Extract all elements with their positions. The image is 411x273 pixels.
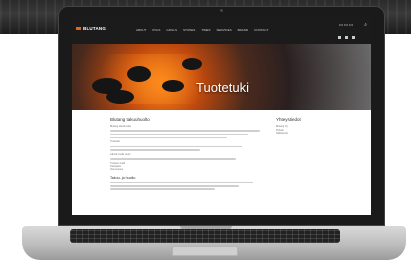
social-icon[interactable] [338,36,341,39]
contact-info: Blutang Oy Puhelin Sähköposti [276,125,356,136]
stone [182,58,202,70]
keyboard [70,229,340,243]
paragraph: Lähetä meille viesti [110,153,260,160]
text-line [110,149,200,151]
social-icon[interactable] [352,36,355,39]
text-line [110,130,260,132]
menu-item[interactable]: GRILLS [166,28,177,32]
section-heading: Blutang takuuhuolto [110,117,150,122]
text-line [110,181,253,184]
stone [106,90,134,104]
webcam [220,9,223,12]
text-line [110,158,236,160]
paragraph: Tuotetuki [110,140,260,151]
stone [127,66,151,82]
laptop-screen-frame: BLUTANG ABOUT POLS GRILLS STONES TIMES S… [58,6,385,226]
bullet-list: Tuotteen malli Ostopäivä Vian kuvaus [110,162,260,172]
menu-item[interactable]: STONES [183,28,195,32]
paragraph: Blutang takuuhuolto [110,125,260,139]
page-title: Tuotetuki [196,80,249,95]
search-icon[interactable]: ⌕ [364,22,367,28]
paragraph-text: Lähetä meille viesti [110,152,131,156]
menu-item[interactable]: BRAND [238,28,249,32]
social-icon[interactable] [345,36,348,39]
top-right-info[interactable]: 0 0 0 0 0 0 [339,23,353,27]
main-menu: ABOUT POLS GRILLS STONES TIMES SERVICES … [136,28,268,32]
bullet-item: Vian kuvaus [110,168,123,172]
right-column: Yhteystiedot Blutang Oy Puhelin Sähköpos… [276,117,356,136]
contact-line[interactable]: Sähköposti [276,132,356,136]
page-content: Blutang takuuhuolto Blutang takuuhuolto … [72,110,371,215]
text-line [110,188,215,190]
site-logo[interactable]: BLUTANG [76,26,106,31]
contact-heading: Yhteystiedot [276,117,301,122]
menu-item[interactable]: ABOUT [136,28,146,32]
website-screen: BLUTANG ABOUT POLS GRILLS STONES TIMES S… [72,16,371,215]
text-line [110,145,242,148]
menu-item[interactable]: POLS [152,28,160,32]
left-column: Blutang takuuhuolto Blutang takuuhuolto … [110,117,260,192]
hero-banner: Tuotetuki [72,44,371,110]
paragraph-text: Tuotetuki [110,140,120,144]
trackpad [172,246,238,256]
text-line [110,136,227,139]
menu-item[interactable]: CONTACT [254,28,268,32]
paragraph-text: Blutang takuuhuolto [110,125,132,128]
social-icons [338,36,355,39]
menu-item[interactable]: TIMES [201,28,210,32]
text-line [110,185,239,187]
text-line [110,133,248,136]
subheading: Takuu- ja huolto [110,175,136,180]
menu-item[interactable]: SERVICES [216,28,231,32]
site-navbar: BLUTANG ABOUT POLS GRILLS STONES TIMES S… [72,16,371,44]
stone [162,80,184,92]
